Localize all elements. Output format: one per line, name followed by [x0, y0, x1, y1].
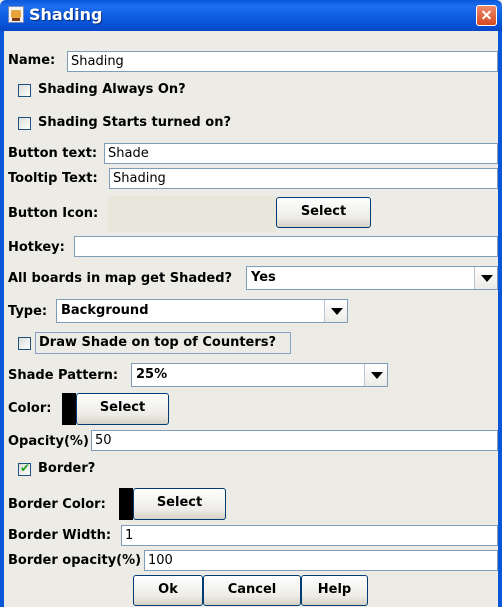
opacity-field[interactable]: 50 [91, 430, 498, 451]
all-boards-label: All boards in map get Shaded? [8, 271, 233, 286]
border-opacity-field[interactable]: 100 [144, 550, 498, 571]
ok-button[interactable]: Ok [133, 575, 203, 606]
dialog-content: Name: Shading Shading Always On? Shading… [4, 31, 498, 607]
title-bar[interactable]: Shading [0, 0, 502, 31]
window-title: Shading [29, 5, 103, 24]
window-frame-right [498, 31, 502, 607]
cancel-button[interactable]: Cancel [203, 575, 301, 606]
all-boards-value: Yes [251, 270, 276, 285]
border-label: Border? [38, 461, 96, 476]
type-label: Type: [8, 304, 48, 319]
starts-on-checkbox[interactable] [18, 117, 31, 130]
always-on-label: Shading Always On? [38, 82, 186, 97]
type-select[interactable]: Background [56, 299, 348, 323]
border-opacity-label: Border opacity(%) [8, 553, 142, 568]
border-checkbox[interactable] [18, 461, 31, 476]
draw-on-top-label: Draw Shade on top of Counters? [39, 335, 277, 350]
help-button[interactable]: Help [301, 575, 368, 606]
close-button[interactable] [476, 5, 497, 26]
shade-pattern-label: Shade Pattern: [8, 368, 119, 383]
name-field[interactable]: Shading [67, 51, 498, 72]
chevron-down-icon[interactable] [364, 364, 387, 386]
color-select-button[interactable]: Select [76, 393, 169, 425]
name-label: Name: [8, 53, 56, 68]
border-color-swatch [119, 488, 133, 520]
chevron-down-icon[interactable] [324, 300, 347, 322]
hotkey-label: Hotkey: [8, 240, 65, 255]
border-color-select-button[interactable]: Select [133, 488, 226, 520]
button-icon-select-button[interactable]: Select [276, 197, 371, 228]
hotkey-field[interactable] [74, 236, 498, 257]
border-width-label: Border Width: [8, 528, 112, 543]
border-width-field[interactable]: 1 [121, 525, 498, 546]
all-boards-select[interactable]: Yes [246, 266, 498, 290]
chevron-down-icon[interactable] [474, 267, 497, 289]
color-swatch [62, 393, 76, 425]
app-icon [8, 6, 24, 23]
shade-pattern-select[interactable]: 25% [131, 363, 388, 387]
tooltip-text-field[interactable]: Shading [109, 168, 498, 189]
draw-on-top-checkbox[interactable] [18, 337, 31, 350]
starts-on-label: Shading Starts turned on? [38, 115, 231, 130]
button-icon-label: Button Icon: [8, 206, 99, 221]
color-label: Color: [8, 401, 52, 416]
button-text-field[interactable]: Shade [104, 143, 498, 164]
shade-pattern-value: 25% [136, 367, 168, 382]
button-icon-preview [108, 196, 276, 232]
type-value: Background [61, 303, 149, 318]
shading-dialog: Shading Name: Shading Shading Always On?… [0, 0, 502, 607]
always-on-checkbox[interactable] [18, 84, 31, 97]
border-color-label: Border Color: [8, 497, 106, 512]
tooltip-text-label: Tooltip Text: [8, 171, 98, 186]
opacity-label: Opacity(%) [8, 434, 89, 449]
button-text-label: Button text: [8, 146, 98, 161]
